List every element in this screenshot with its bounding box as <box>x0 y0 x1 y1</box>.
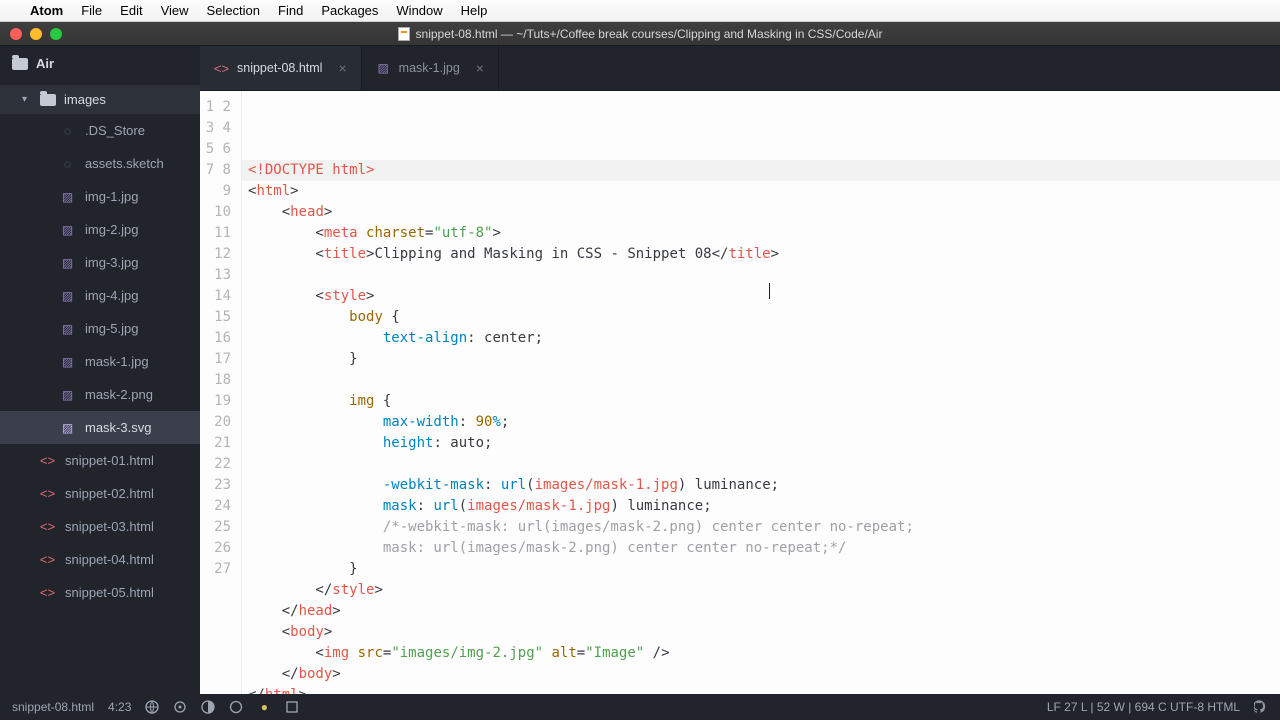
image-icon: ▨ <box>60 255 75 270</box>
folder-icon <box>12 58 28 70</box>
tab-snippet-08[interactable]: <> snippet-08.html × <box>200 46 362 90</box>
code-content[interactable]: <!DOCTYPE html><html> <head> <meta chars… <box>242 91 1280 694</box>
image-icon: ▨ <box>60 387 75 402</box>
close-tab-button[interactable]: × <box>338 60 346 76</box>
menu-help[interactable]: Help <box>461 3 488 18</box>
window-title: snippet-08.html — ~/Tuts+/Coffee break c… <box>416 27 883 41</box>
line-number-gutter: 1 2 3 4 5 6 7 8 9 10 11 12 13 14 15 16 1… <box>200 91 242 694</box>
minimize-window-button[interactable] <box>30 28 42 40</box>
file-icon: ◌ <box>60 156 75 171</box>
octocat-icon[interactable] <box>1254 700 1268 714</box>
menu-selection[interactable]: Selection <box>207 3 260 18</box>
dot-icon[interactable]: ● <box>257 700 271 714</box>
status-cursor-position[interactable]: 4:23 <box>108 700 131 714</box>
image-icon: ▨ <box>376 61 391 76</box>
menu-view[interactable]: View <box>161 3 189 18</box>
html-icon: <> <box>40 552 55 567</box>
project-root-label: Air <box>36 56 54 71</box>
folder-icon <box>40 94 56 106</box>
tree-file-label: img-4.jpg <box>85 288 138 303</box>
close-window-button[interactable] <box>10 28 22 40</box>
tree-file-label: snippet-05.html <box>65 585 154 600</box>
project-root[interactable]: Air <box>0 46 200 81</box>
circle-icon[interactable] <box>229 700 243 714</box>
tree-file-label: img-2.jpg <box>85 222 138 237</box>
tree-file[interactable]: <> snippet-01.html <box>0 444 200 477</box>
tree-file-label: img-3.jpg <box>85 255 138 270</box>
tree-file[interactable]: ▨ img-4.jpg <box>0 279 200 312</box>
tree-file[interactable]: ◌ assets.sketch <box>0 147 200 180</box>
tab-bar: <> snippet-08.html × ▨ mask-1.jpg × <box>200 46 1280 91</box>
tree-file[interactable]: ▨ img-2.jpg <box>0 213 200 246</box>
tree-file-label: snippet-01.html <box>65 453 154 468</box>
browser-icon[interactable] <box>145 700 159 714</box>
tab-label: snippet-08.html <box>237 61 322 75</box>
html-icon: <> <box>40 519 55 534</box>
status-metrics[interactable]: LF 27 L | 52 W | 694 C UTF-8 HTML <box>1047 700 1240 714</box>
menu-packages[interactable]: Packages <box>321 3 378 18</box>
tree-file-selected[interactable]: ▨ mask-3.svg <box>0 411 200 444</box>
window-icon[interactable] <box>285 700 299 714</box>
menu-file[interactable]: File <box>81 3 102 18</box>
macos-menubar: Atom File Edit View Selection Find Packa… <box>0 0 1280 22</box>
status-file[interactable]: snippet-08.html <box>12 700 94 714</box>
contrast-icon[interactable] <box>201 700 215 714</box>
tree-file-label: assets.sketch <box>85 156 164 171</box>
tree-file[interactable]: ▨ img-3.jpg <box>0 246 200 279</box>
tree-file[interactable]: <> snippet-03.html <box>0 510 200 543</box>
tree-file-label: img-5.jpg <box>85 321 138 336</box>
tree-folder-images[interactable]: ▾ images <box>0 85 200 114</box>
status-bar: snippet-08.html 4:23 ● LF 27 L | 52 W | … <box>0 694 1280 720</box>
image-icon: ▨ <box>60 222 75 237</box>
tree-file[interactable]: ▨ img-5.jpg <box>0 312 200 345</box>
tree-file-label: mask-1.jpg <box>85 354 149 369</box>
traffic-lights <box>10 28 62 40</box>
document-icon <box>398 27 410 41</box>
file-icon: ◌ <box>60 123 75 138</box>
html-icon: <> <box>40 585 55 600</box>
image-icon: ▨ <box>60 321 75 336</box>
image-icon: ▨ <box>60 354 75 369</box>
tree-file[interactable]: ▨ mask-1.jpg <box>0 345 200 378</box>
html-icon: <> <box>40 486 55 501</box>
code-editor[interactable]: 1 2 3 4 5 6 7 8 9 10 11 12 13 14 15 16 1… <box>200 91 1280 694</box>
html-icon: <> <box>214 61 229 76</box>
menu-edit[interactable]: Edit <box>120 3 142 18</box>
chevron-down-icon: ▾ <box>22 94 32 105</box>
tree-file-label: snippet-02.html <box>65 486 154 501</box>
image-icon: ▨ <box>60 288 75 303</box>
window-titlebar: snippet-08.html — ~/Tuts+/Coffee break c… <box>0 22 1280 46</box>
menu-find[interactable]: Find <box>278 3 303 18</box>
tree-file-label: snippet-04.html <box>65 552 154 567</box>
tab-mask-1[interactable]: ▨ mask-1.jpg × <box>362 46 499 90</box>
image-icon: ▨ <box>60 189 75 204</box>
tree-file[interactable]: <> snippet-02.html <box>0 477 200 510</box>
tree-file[interactable]: ◌ .DS_Store <box>0 114 200 147</box>
tree-file-label: mask-3.svg <box>85 420 151 435</box>
app-menu[interactable]: Atom <box>30 3 63 18</box>
zoom-window-button[interactable] <box>50 28 62 40</box>
tree-file-label: .DS_Store <box>85 123 145 138</box>
menu-window[interactable]: Window <box>396 3 442 18</box>
tree-file-label: mask-2.png <box>85 387 153 402</box>
image-icon: ▨ <box>60 420 75 435</box>
tree-file[interactable]: ▨ mask-2.png <box>0 378 200 411</box>
tree-file[interactable]: <> snippet-04.html <box>0 543 200 576</box>
target-icon[interactable] <box>173 700 187 714</box>
tree-file[interactable]: ▨ img-1.jpg <box>0 180 200 213</box>
tab-label: mask-1.jpg <box>399 61 460 75</box>
tree-file-label: snippet-03.html <box>65 519 154 534</box>
tree-file-label: img-1.jpg <box>85 189 138 204</box>
html-icon: <> <box>40 453 55 468</box>
file-tree[interactable]: Air ▾ images ◌ .DS_Store ◌ assets.sketch ▨… <box>0 46 200 694</box>
tree-folder-label: images <box>64 92 106 107</box>
close-tab-button[interactable]: × <box>476 60 484 76</box>
tree-file[interactable]: <> snippet-05.html <box>0 576 200 609</box>
